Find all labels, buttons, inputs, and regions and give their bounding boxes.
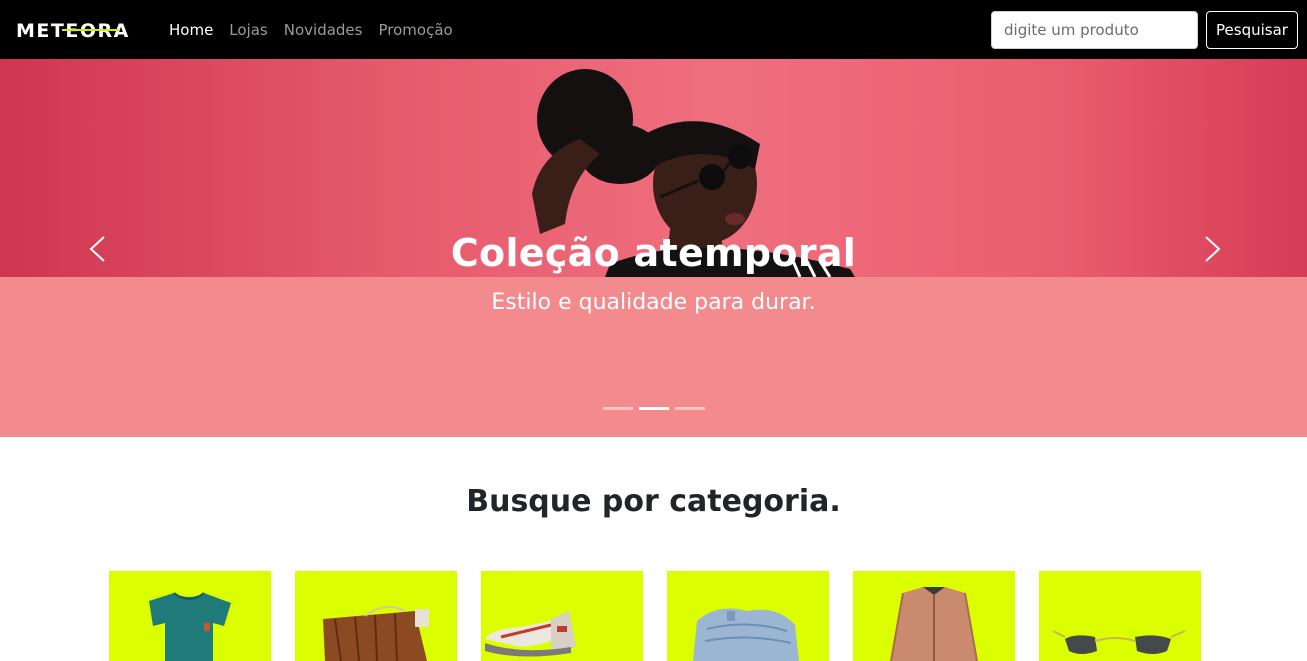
hero-subtitle: Estilo e qualidade para durar. bbox=[491, 290, 816, 315]
chevron-right-icon bbox=[1205, 236, 1221, 262]
carousel-indicator-2[interactable] bbox=[639, 407, 669, 410]
sunglasses-icon bbox=[1052, 630, 1186, 654]
jeans-icon bbox=[693, 608, 799, 661]
handbag-icon bbox=[323, 606, 429, 661]
tshirt-icon bbox=[149, 592, 231, 661]
carousel-indicator-3[interactable] bbox=[675, 407, 705, 410]
nav-link-promocao[interactable]: Promoção bbox=[378, 21, 452, 39]
carousel-next-button[interactable] bbox=[1192, 229, 1232, 269]
search-button[interactable]: Pesquisar bbox=[1206, 11, 1298, 49]
category-card-jeans[interactable] bbox=[667, 571, 829, 661]
category-card-shirts[interactable] bbox=[109, 571, 271, 661]
brand-logo[interactable]: METEORA bbox=[16, 18, 142, 42]
category-section-title: Busque por categoria. bbox=[466, 484, 841, 519]
category-card-shoes[interactable] bbox=[481, 571, 643, 661]
category-card-accessories[interactable] bbox=[1039, 571, 1201, 661]
navbar: METEORA Home Lojas Novidades Promoção Pe… bbox=[0, 0, 1307, 59]
category-list bbox=[109, 571, 1201, 661]
carousel-prev-button[interactable] bbox=[78, 229, 118, 269]
jacket-icon bbox=[890, 587, 978, 661]
category-card-bags[interactable] bbox=[295, 571, 457, 661]
category-card-jackets[interactable] bbox=[853, 571, 1015, 661]
search-input[interactable] bbox=[991, 11, 1198, 49]
chevron-left-icon bbox=[89, 236, 105, 262]
nav-link-novidades[interactable]: Novidades bbox=[284, 21, 363, 39]
logo-wordmark: METEORA bbox=[16, 20, 128, 42]
nav-link-lojas[interactable]: Lojas bbox=[229, 21, 267, 39]
hero-carousel: Coleção atemporal Estilo e qualidade par… bbox=[0, 59, 1307, 437]
carousel-indicator-1[interactable] bbox=[603, 407, 633, 410]
hero-title: Coleção atemporal bbox=[450, 231, 857, 275]
carousel-indicators bbox=[603, 407, 705, 410]
nav-links: Home Lojas Novidades Promoção bbox=[169, 0, 453, 59]
sneaker-icon bbox=[485, 611, 576, 657]
nav-link-home[interactable]: Home bbox=[169, 21, 213, 39]
